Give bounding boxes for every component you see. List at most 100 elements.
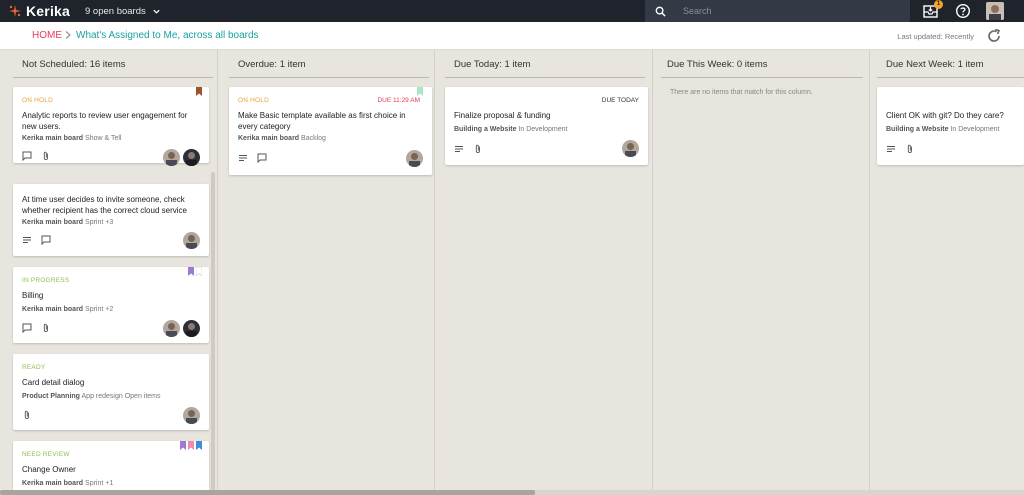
card[interactable]: ON HOLD Analytic reports to review user … bbox=[13, 87, 209, 166]
avatar[interactable] bbox=[183, 232, 200, 249]
page-title: What's Assigned to Me, across all boards bbox=[76, 30, 259, 41]
card-board-name: Building a Website bbox=[454, 126, 517, 133]
column-divider bbox=[217, 50, 218, 495]
card-list-name: App redesign Open items bbox=[81, 393, 161, 400]
attachment-icon bbox=[43, 323, 48, 332]
card-assignees bbox=[406, 150, 423, 167]
card-status: IN PROGRESS bbox=[22, 277, 70, 284]
card-location: Product Planning App redesign Open items bbox=[22, 393, 161, 400]
card-location: Building a Website In Development bbox=[886, 126, 999, 133]
comment-icon bbox=[22, 151, 32, 161]
card-due-date: DUE TODAY bbox=[601, 97, 639, 104]
column-header: Due Next Week: 1 item bbox=[886, 59, 984, 70]
card-list-name: In Development bbox=[950, 126, 1000, 133]
avatar[interactable] bbox=[622, 140, 639, 157]
card[interactable]: READY Card detail dialog Product Plannin… bbox=[13, 354, 209, 430]
column-rule bbox=[445, 77, 645, 78]
bookmark-flag-icon bbox=[188, 267, 194, 276]
card-assignees bbox=[183, 232, 200, 249]
card-location: Building a Website In Development bbox=[454, 126, 567, 133]
column-divider bbox=[652, 50, 653, 495]
card[interactable]: IN PROGRESS Billing Kerika main board Sp… bbox=[13, 267, 209, 343]
top-bar: Kerika 9 open boards 1 bbox=[0, 0, 1024, 22]
chevron-down-icon bbox=[153, 9, 160, 14]
column-due-next-week: Due Next Week: 1 item Client OK with git… bbox=[877, 50, 1024, 495]
card-list-name: In Development bbox=[518, 126, 568, 133]
card-icons bbox=[886, 144, 915, 154]
card[interactable]: Client OK with git? Do they care? Buildi… bbox=[877, 87, 1024, 165]
card-title: Make Basic template available as first c… bbox=[238, 111, 406, 131]
card-list-name: Show & Tell bbox=[85, 135, 122, 142]
card-due-date: DUE 11:29 AM bbox=[377, 97, 420, 104]
bookmark-flag-icon bbox=[196, 267, 202, 276]
comment-icon bbox=[41, 235, 51, 245]
refresh-button[interactable] bbox=[986, 28, 1002, 44]
bookmark-flag-icon bbox=[180, 441, 186, 450]
card-status: ON HOLD bbox=[22, 97, 54, 104]
bookmark-flag-icon bbox=[196, 441, 202, 450]
column-due-this-week: Due This Week: 0 items There are no item… bbox=[661, 50, 863, 495]
card-status: READY bbox=[22, 364, 46, 371]
card-list-name: Sprint +1 bbox=[85, 480, 114, 487]
avatar[interactable] bbox=[183, 320, 200, 337]
user-avatar[interactable] bbox=[986, 2, 1004, 20]
card-status: NEED REVIEW bbox=[22, 451, 70, 458]
card-location: Kerika main board Backlog bbox=[238, 135, 326, 142]
search-icon[interactable] bbox=[645, 6, 675, 17]
chevron-right-icon bbox=[65, 31, 71, 39]
horizontal-scrollbar-thumb[interactable] bbox=[0, 490, 535, 495]
column-rule bbox=[877, 77, 1024, 78]
card-title: Billing bbox=[22, 291, 44, 300]
card-icons bbox=[22, 410, 32, 420]
search-input[interactable] bbox=[683, 6, 883, 16]
card-board-name: Kerika main board bbox=[22, 480, 84, 487]
card-title: Finalize proposal & funding bbox=[454, 111, 551, 120]
column-header: Overdue: 1 item bbox=[238, 59, 306, 70]
card[interactable]: DUE TODAY Finalize proposal & funding Bu… bbox=[445, 87, 648, 165]
column-due-today: Due Today: 1 item DUE TODAY Finalize pro… bbox=[445, 50, 648, 495]
card-board-name: Kerika main board bbox=[22, 219, 84, 226]
column-scrollbar[interactable] bbox=[211, 172, 215, 492]
bookmark-flag-icon bbox=[188, 441, 194, 450]
card-title: Client OK with git? Do they care? bbox=[886, 111, 1004, 120]
card[interactable]: At time user decides to invite someone, … bbox=[13, 184, 209, 256]
card-title: Analytic reports to review user engageme… bbox=[22, 111, 188, 131]
attachment-icon bbox=[43, 151, 48, 160]
avatar[interactable] bbox=[406, 150, 423, 167]
column-overdue: Overdue: 1 item ON HOLD DUE 11:29 AM Mak… bbox=[229, 50, 432, 495]
kerika-logo[interactable]: Kerika bbox=[8, 2, 70, 20]
column-header: Due Today: 1 item bbox=[454, 59, 531, 70]
card-title: At time user decides to invite someone, … bbox=[22, 195, 187, 215]
avatar[interactable] bbox=[163, 149, 180, 166]
description-icon bbox=[887, 146, 895, 152]
horizontal-scrollbar[interactable] bbox=[0, 490, 1024, 495]
breadcrumb-home-link[interactable]: HOME bbox=[32, 30, 62, 41]
card-assignees bbox=[183, 407, 200, 424]
avatar[interactable] bbox=[163, 320, 180, 337]
card-assignees bbox=[622, 140, 639, 157]
card[interactable]: NEED REVIEW Change Owner Kerika main boa… bbox=[13, 441, 209, 495]
column-rule bbox=[661, 77, 863, 78]
notifications-button[interactable]: 1 bbox=[922, 0, 943, 20]
card-title: Change Owner bbox=[22, 465, 76, 474]
card-assignees bbox=[163, 149, 200, 166]
card[interactable]: ON HOLD DUE 11:29 AM Make Basic template… bbox=[229, 87, 432, 175]
search-bar bbox=[645, 0, 910, 22]
card-list-name: Backlog bbox=[301, 135, 326, 142]
description-icon bbox=[23, 237, 31, 243]
avatar[interactable] bbox=[183, 407, 200, 424]
card-icons bbox=[22, 235, 51, 245]
column-divider bbox=[434, 50, 435, 495]
open-boards-dropdown[interactable]: 9 open boards bbox=[85, 0, 161, 22]
card-board-name: Kerika main board bbox=[22, 135, 84, 142]
refresh-icon bbox=[988, 28, 1001, 42]
card-icons bbox=[454, 144, 483, 154]
attachment-icon bbox=[907, 144, 912, 153]
comment-icon bbox=[257, 153, 267, 163]
last-updated-text: Last updated: Recently bbox=[897, 32, 974, 41]
help-button[interactable] bbox=[955, 3, 971, 19]
avatar[interactable] bbox=[183, 149, 200, 166]
card-icons bbox=[238, 153, 267, 163]
card-board-name: Product Planning bbox=[22, 393, 80, 400]
breadcrumb: HOME What's Assigned to Me, across all b… bbox=[0, 22, 1024, 50]
